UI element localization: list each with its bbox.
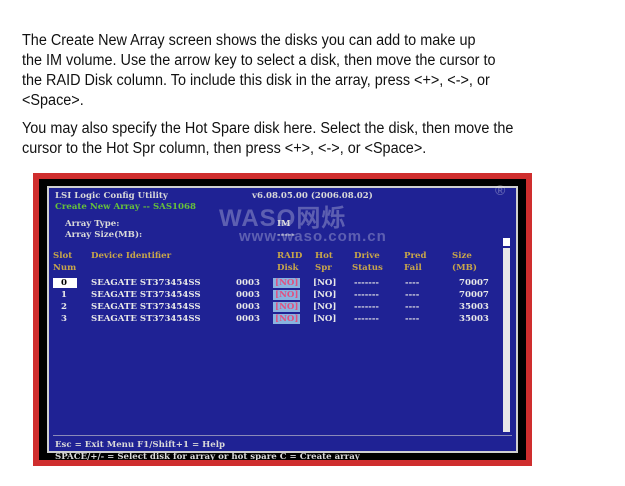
col-slot-sub: Num (53, 263, 77, 273)
col-device: Device Identifier (91, 251, 172, 261)
col-drive-sub: Status (352, 263, 383, 273)
col-pred: Pred (404, 251, 427, 261)
device-identifier: SEAGATE ST373454SS (91, 302, 201, 312)
device-revision: 0003 (236, 314, 260, 324)
col-raid: RAID (277, 251, 303, 261)
intro-line: the IM volume. Use the arrow key to sele… (22, 52, 496, 69)
pred-fail: ---- (405, 290, 420, 300)
hot-spare-line: cursor to the Hot Spr column, then press… (22, 140, 427, 157)
drive-status: ------- (354, 302, 379, 312)
disk-size: 70007 (459, 290, 489, 300)
slot-number: 2 (61, 302, 67, 312)
hot-spare-line: You may also specify the Hot Spare disk … (22, 120, 514, 137)
raid-disk-toggle[interactable]: [NO] (273, 314, 301, 324)
screenshot-frame: LSI Logic Config Utility v6.08.05.00 (20… (33, 173, 532, 466)
device-revision: 0003 (236, 290, 260, 300)
slot-number: 0 (53, 278, 77, 288)
pred-fail: ---- (405, 302, 420, 312)
watermark-reg: ® (495, 182, 507, 198)
col-hot: Hot (315, 251, 333, 261)
drive-status: ------- (354, 314, 379, 324)
watermark-url: www.waso.com.cn (239, 228, 387, 245)
slot-number: 1 (61, 290, 67, 300)
raid-disk-toggle[interactable]: [NO] (273, 302, 301, 312)
scrollbar[interactable] (503, 248, 510, 432)
col-size: Size (452, 251, 472, 261)
pred-fail: ---- (405, 314, 420, 324)
footer-divider (53, 435, 512, 436)
utility-title: LSI Logic Config Utility (55, 191, 168, 201)
col-slot: Slot (53, 251, 73, 261)
intro-line: The Create New Array screen shows the di… (22, 32, 476, 49)
pred-fail: ---- (405, 278, 420, 288)
device-identifier: SEAGATE ST373454SS (91, 290, 201, 300)
hot-spare-toggle[interactable]: [NO] (313, 278, 336, 288)
intro-line: the RAID Disk column. To include this di… (22, 72, 490, 89)
drive-status: ------- (354, 290, 379, 300)
hot-spare-toggle[interactable]: [NO] (313, 314, 336, 324)
device-revision: 0003 (236, 302, 260, 312)
device-identifier: SEAGATE ST373454SS (91, 278, 201, 288)
utility-screen: LSI Logic Config Utility v6.08.05.00 (20… (39, 179, 526, 460)
device-revision: 0003 (236, 278, 260, 288)
col-raid-sub: Disk (277, 263, 299, 273)
utility-subtitle: Create New Array -- SAS1068 (55, 202, 196, 212)
disk-size: 35003 (459, 314, 489, 324)
scroll-up-arrow[interactable] (503, 238, 510, 246)
hot-spare-toggle[interactable]: [NO] (313, 290, 336, 300)
col-pred-sub: Fail (404, 263, 422, 273)
col-size-sub: (MB) (452, 263, 477, 273)
col-hot-sub: Spr (315, 263, 332, 273)
footer-help-line: Esc = Exit Menu F1/Shift+1 = Help (55, 440, 226, 450)
disk-size: 70007 (459, 278, 489, 288)
slot-number: 3 (61, 314, 67, 324)
intro-paragraph: The Create New Array screen shows the di… (22, 31, 566, 111)
array-type-label: Array Type: (65, 219, 120, 229)
hot-spare-paragraph: You may also specify the Hot Spare disk … (22, 119, 566, 159)
array-size-label: Array Size(MB): (65, 230, 143, 240)
hot-spare-toggle[interactable]: [NO] (313, 302, 336, 312)
disk-size: 35003 (459, 302, 489, 312)
col-drive: Drive (354, 251, 380, 261)
footer-keys-line: SPACE/+/- = Select disk for array or hot… (55, 452, 360, 460)
utility-panel: LSI Logic Config Utility v6.08.05.00 (20… (47, 182, 518, 460)
intro-line: <Space>. (22, 92, 84, 109)
raid-disk-toggle[interactable]: [NO] (273, 278, 301, 288)
drive-status: ------- (354, 278, 379, 288)
raid-disk-toggle[interactable]: [NO] (273, 290, 301, 300)
device-identifier: SEAGATE ST373454SS (91, 314, 201, 324)
